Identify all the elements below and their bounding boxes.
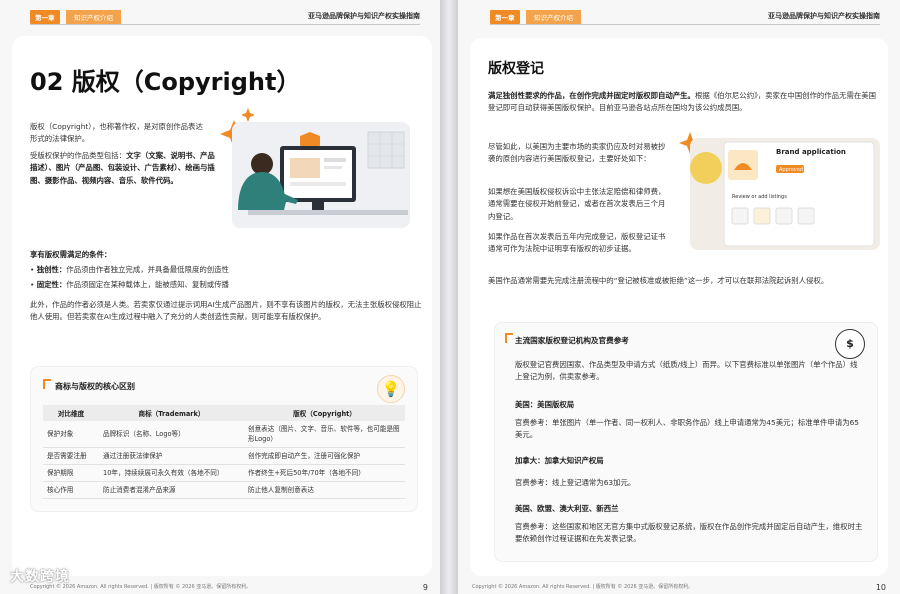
table-cell: 10年，持续续展可永久有效（各地不同）	[99, 464, 244, 482]
table-header-row: 对比维度 商标（Trademark） 版权（Copyright）	[43, 405, 405, 421]
page-title: 02 版权（Copyright）	[30, 68, 301, 96]
registration-benefits-intro: 尽管如此，以美国为主要市场的卖家仍应及时对易被抄袭的原创内容进行美国版权登记，主…	[488, 142, 666, 164]
table-row: 核心作用 防止消费者混淆产品来源 防止他人复制创意表达	[43, 481, 405, 499]
designer-at-computer-icon	[220, 108, 410, 228]
auto-copyright-paragraph: 满足独创性要求的作品，在创作完成并固定时版权即自动产生。根据《伯尔尼公约》，卖家…	[488, 91, 877, 113]
dollar-coin-icon: $	[835, 329, 865, 359]
table-cell: 作者终生+死后50年/70年（各地不同）	[244, 464, 405, 482]
header-rule	[30, 24, 420, 25]
page-title: 版权登记	[488, 61, 544, 77]
book-title: 亚马逊品牌保护与知识产权实操指南	[308, 12, 420, 20]
table-cell: 是否需要注册	[43, 447, 99, 465]
table-cell: 核心作用	[43, 481, 99, 499]
table-cell: 防止消费者混淆产品来源	[99, 481, 244, 499]
accent-corner-icon	[43, 379, 51, 389]
eu-au-nz-fee: 官费参考：这些国家和地区无官方集中式版权登记系统，版权在作品创作完成并固定后自动…	[515, 522, 863, 544]
table-header: 对比维度	[43, 405, 99, 421]
table-row: 是否需要注册 通过注册获法律保护 创作完成即自动产生，注册可强化保护	[43, 447, 405, 465]
table-row: 保护期限 10年，持续续展可永久有效（各地不同） 作者终生+死后50年/70年（…	[43, 464, 405, 482]
brand-application-illustration: Brand application Approved Review or add…	[676, 128, 884, 254]
comparison-table: 对比维度 商标（Trademark） 版权（Copyright） 保护对象 品牌…	[43, 405, 405, 499]
registration-fees-box: 主流国家版权登记机构及官费参考 $ 版权登记官费因国家、作品类型及申请方式（纸质…	[494, 322, 878, 562]
page-number: 9	[422, 583, 428, 592]
table-header: 版权（Copyright）	[244, 405, 405, 421]
comparison-title: 商标与版权的核心区别	[55, 382, 135, 391]
table-cell: 创作完成即自动产生，注册可强化保护	[244, 447, 405, 465]
table-row: 保护对象 品牌标识（名称、Logo等） 创意表达（图片、文字、音乐、软件等，也可…	[43, 421, 405, 448]
table-cell: 保护对象	[43, 421, 99, 448]
lightbulb-icon: 💡	[377, 375, 405, 403]
conditions-title: 享有版权需满足的条件：	[30, 250, 112, 259]
brand-card-title: Brand application	[776, 148, 846, 156]
page-header: 第一章 知识产权介绍 亚马逊品牌保护与知识产权实操指南	[30, 9, 420, 25]
accent-corner-icon	[505, 333, 513, 343]
table-header: 商标（Trademark）	[99, 405, 244, 421]
copyright-intro: 版权（Copyright），也称著作权，是对原创作品表达形式的法律保护。	[30, 122, 203, 144]
us-office-title: 美国：美国版权局	[515, 400, 575, 409]
table-cell: 防止他人复制创意表达	[244, 481, 405, 499]
eu-au-nz-title: 美国、欧盟、澳大利亚、新西兰	[515, 504, 619, 513]
page-footer: Copyright © 2026 Amazon. All rights Rese…	[472, 584, 694, 590]
protected-types: 受版权保护的作品类型包括：文字（文案、说明书、产品描述）、图片（产品图、包装设计…	[30, 151, 215, 185]
us-fee: 官费参考：单张图片（单一作者、同一权利人、非职务作品）线上申请通常为45美元；标…	[515, 418, 860, 440]
chapter-badge: 第一章	[30, 10, 60, 24]
fees-box-title: 主流国家版权登记机构及官费参考	[515, 336, 629, 345]
chapter-badge: 第一章	[490, 10, 520, 24]
benefit-lawsuit: 美国作品通常需要先完成注册流程中的“登记被核准或被拒绝”这一步，才可以在联邦法院…	[488, 276, 829, 285]
review-listings-label: Review or add listings	[732, 194, 787, 200]
fees-intro: 版权登记官费因国家、作品类型及申请方式（纸质/线上）而异。以下官费标准以单张图片…	[515, 360, 858, 382]
approved-badge: Approved	[779, 167, 803, 173]
table-cell: 创意表达（图片、文字、音乐、软件等，也可能是图形Logo）	[244, 421, 405, 448]
benefit-statutory-damages: 如果想在美国版权侵权诉讼中主张法定赔偿和律师费，通常需要在侵权开始前登记，或者在…	[488, 187, 666, 221]
table-cell: 保护期限	[43, 464, 99, 482]
condition-fixation: • 固定性：作品须固定在某种载体上，能被感知、复制或传播	[30, 280, 229, 289]
watermark-logo: 大数跨境	[10, 569, 70, 585]
right-page: 第一章 知识产权介绍 亚马逊品牌保护与知识产权实操指南 版权登记 满足独创性要求…	[458, 0, 900, 594]
table-cell: 品牌标识（名称、Logo等）	[99, 421, 244, 448]
book-title: 亚马逊品牌保护与知识产权实操指南	[768, 12, 880, 20]
section-label: 知识产权介绍	[66, 10, 121, 24]
ca-fee: 官费参考：线上登记通常为63加元。	[515, 478, 636, 487]
condition-originality: • 独创性：作品须由作者独立完成，并具备最低限度的创造性	[30, 265, 229, 274]
designer-illustration	[218, 106, 414, 240]
ai-authorship-note: 此外，作品的作者必须是人类。若卖家仅通过提示词用AI生成产品图片，则不享有该图片…	[30, 300, 422, 322]
page-number: 10	[875, 583, 886, 592]
left-page: 第一章 知识产权介绍 亚马逊品牌保护与知识产权实操指南 02 版权（Copyri…	[0, 0, 440, 594]
header-rule	[490, 24, 880, 25]
brand-application-icon	[679, 132, 880, 250]
section-label: 知识产权介绍	[526, 10, 581, 24]
benefit-prima-facie: 如果作品在首次发表后五年内完成登记，版权登记证书通常可作为法院中证明享有版权的初…	[488, 232, 666, 254]
table-cell: 通过注册获法律保护	[99, 447, 244, 465]
comparison-box: 商标与版权的核心区别 💡 对比维度 商标（Trademark） 版权（Copyr…	[30, 366, 418, 512]
ca-office-title: 加拿大：加拿大知识产权局	[515, 456, 604, 465]
book-gutter	[440, 0, 458, 594]
page-header: 第一章 知识产权介绍 亚马逊品牌保护与知识产权实操指南	[490, 9, 880, 25]
